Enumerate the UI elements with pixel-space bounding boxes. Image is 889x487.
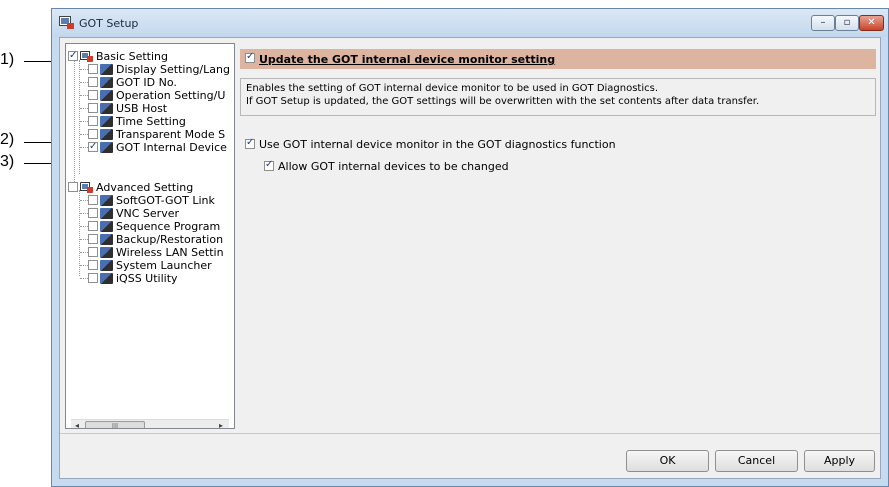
got-setup-app-icon xyxy=(59,16,74,29)
tree-item-checkbox[interactable] xyxy=(88,208,98,218)
tree-item-label: Display Setting/Lang xyxy=(116,63,230,76)
tree-item-checkbox[interactable] xyxy=(88,77,98,87)
tree-item-checkbox[interactable] xyxy=(88,195,98,205)
tree-horizontal-scrollbar[interactable]: ◂ III ▸ xyxy=(71,419,229,428)
utility-icon xyxy=(100,273,113,284)
close-button[interactable]: ✕ xyxy=(859,15,884,31)
clock-icon xyxy=(100,116,113,127)
description-line-2: If GOT Setup is updated, the GOT setting… xyxy=(246,96,760,107)
tree-item-checkbox[interactable] xyxy=(88,247,98,257)
advanced-folder-icon xyxy=(80,182,93,193)
tree-item[interactable]: Backup/Restoration xyxy=(88,233,223,246)
tree-item-label: Time Setting xyxy=(116,115,186,128)
tree-item-checkbox[interactable] xyxy=(88,273,98,283)
use-monitor-option[interactable]: Use GOT internal device monitor in the G… xyxy=(245,137,616,151)
tree-item[interactable]: Operation Setting/U xyxy=(88,89,225,102)
update-setting-label[interactable]: Update the GOT internal device monitor s… xyxy=(259,53,555,66)
tree-item-label: System Launcher xyxy=(116,259,212,272)
transparent-icon xyxy=(100,129,113,140)
tree-item-label: USB Host xyxy=(116,102,168,115)
tree-item-checkbox[interactable] xyxy=(88,64,98,74)
tree-item-label: SoftGOT-GOT Link xyxy=(116,194,215,207)
tree-item-label: Backup/Restoration xyxy=(116,233,224,246)
description-line-1: Enables the setting of GOT internal devi… xyxy=(246,83,659,94)
allow-change-label: Allow GOT internal devices to be changed xyxy=(278,160,509,173)
tree-item-checkbox[interactable] xyxy=(88,260,98,270)
allow-change-checkbox[interactable] xyxy=(264,159,274,171)
tree-item[interactable]: Display Setting/Lang xyxy=(88,63,230,76)
tree-item[interactable]: GOT ID No. xyxy=(88,76,177,89)
tree-item[interactable]: USB Host xyxy=(88,102,167,115)
backup-icon xyxy=(100,234,113,245)
id-icon xyxy=(100,77,113,88)
vnc-icon xyxy=(100,208,113,219)
callout-1: 1) xyxy=(0,51,15,68)
window-title: GOT Setup xyxy=(79,17,139,30)
tree-label-advanced-setting: Advanced Setting xyxy=(96,181,194,194)
title-bar[interactable]: GOT Setup – ▫ ✕ xyxy=(52,9,888,37)
launcher-icon xyxy=(100,260,113,271)
wireless-icon xyxy=(100,247,113,258)
scroll-thumb[interactable]: III xyxy=(85,421,145,428)
allow-change-option[interactable]: Allow GOT internal devices to be changed xyxy=(264,159,509,173)
basic-setting-checkbox[interactable] xyxy=(68,49,78,62)
tree-node-basic-setting[interactable]: Basic Setting xyxy=(68,49,169,63)
use-monitor-label: Use GOT internal device monitor in the G… xyxy=(259,138,616,151)
settings-tree[interactable]: Basic Setting Display Setting/LangGOT ID… xyxy=(65,43,235,429)
tree-item[interactable]: Time Setting xyxy=(88,115,186,128)
tree-item[interactable]: VNC Server xyxy=(88,207,179,220)
tree-item[interactable]: Wireless LAN Settin xyxy=(88,246,224,259)
advanced-setting-checkbox[interactable] xyxy=(68,182,78,192)
settings-folder-icon xyxy=(80,51,93,62)
callout-2: 2) xyxy=(0,131,15,148)
ok-button[interactable]: OK xyxy=(626,450,709,472)
tree-item-label: Sequence Program xyxy=(116,220,221,233)
tree-item-label: GOT Internal Device xyxy=(116,141,227,154)
cancel-button[interactable]: Cancel xyxy=(715,450,798,472)
tree-item-label: Transparent Mode S xyxy=(116,128,226,141)
tree-item-checkbox[interactable] xyxy=(88,234,98,244)
apply-button[interactable]: Apply xyxy=(804,450,875,472)
use-monitor-checkbox[interactable] xyxy=(245,137,255,149)
tree-item-checkbox[interactable] xyxy=(88,140,98,153)
tree-item-checkbox[interactable] xyxy=(88,129,98,139)
tree-item[interactable]: SoftGOT-GOT Link xyxy=(88,194,215,207)
tree-item-checkbox[interactable] xyxy=(88,221,98,231)
description-box: Enables the setting of GOT internal devi… xyxy=(240,78,876,116)
tree-item-label: VNC Server xyxy=(116,207,180,220)
tree-item-label: GOT ID No. xyxy=(116,76,177,89)
sequence-icon xyxy=(100,221,113,232)
tree-item[interactable]: GOT Internal Device xyxy=(88,140,227,154)
tree-item-checkbox[interactable] xyxy=(88,90,98,100)
minimize-button[interactable]: – xyxy=(811,15,835,31)
button-bar-divider xyxy=(60,433,880,434)
tree-item[interactable]: System Launcher xyxy=(88,259,212,272)
link-icon xyxy=(100,195,113,206)
internal-device-icon xyxy=(100,142,113,153)
tree-item-label: Wireless LAN Settin xyxy=(116,246,224,259)
callout-3: 3) xyxy=(0,153,15,170)
got-setup-window: GOT Setup – ▫ ✕ Basic Setting Display Se… xyxy=(51,8,889,487)
tree-item[interactable]: Transparent Mode S xyxy=(88,128,225,141)
tree-label-basic-setting: Basic Setting xyxy=(96,50,169,63)
maximize-button[interactable]: ▫ xyxy=(835,15,859,31)
dialog-client-area: Basic Setting Display Setting/LangGOT ID… xyxy=(59,37,881,479)
tree-item-label: iQSS Utility xyxy=(116,272,178,285)
update-setting-header: Update the GOT internal device monitor s… xyxy=(240,49,876,69)
tree-item[interactable]: Sequence Program xyxy=(88,220,220,233)
tree-item[interactable]: iQSS Utility xyxy=(88,272,178,285)
scroll-left-icon[interactable]: ◂ xyxy=(71,420,83,428)
operation-icon xyxy=(100,90,113,101)
tree-item-checkbox[interactable] xyxy=(88,103,98,113)
scroll-right-icon[interactable]: ▸ xyxy=(215,420,227,428)
display-icon xyxy=(100,64,113,75)
tree-item-checkbox[interactable] xyxy=(88,116,98,126)
tree-item-label: Operation Setting/U xyxy=(116,89,226,102)
update-setting-checkbox[interactable] xyxy=(245,51,255,63)
usb-icon xyxy=(100,103,113,114)
tree-node-advanced-setting[interactable]: Advanced Setting xyxy=(68,181,193,194)
